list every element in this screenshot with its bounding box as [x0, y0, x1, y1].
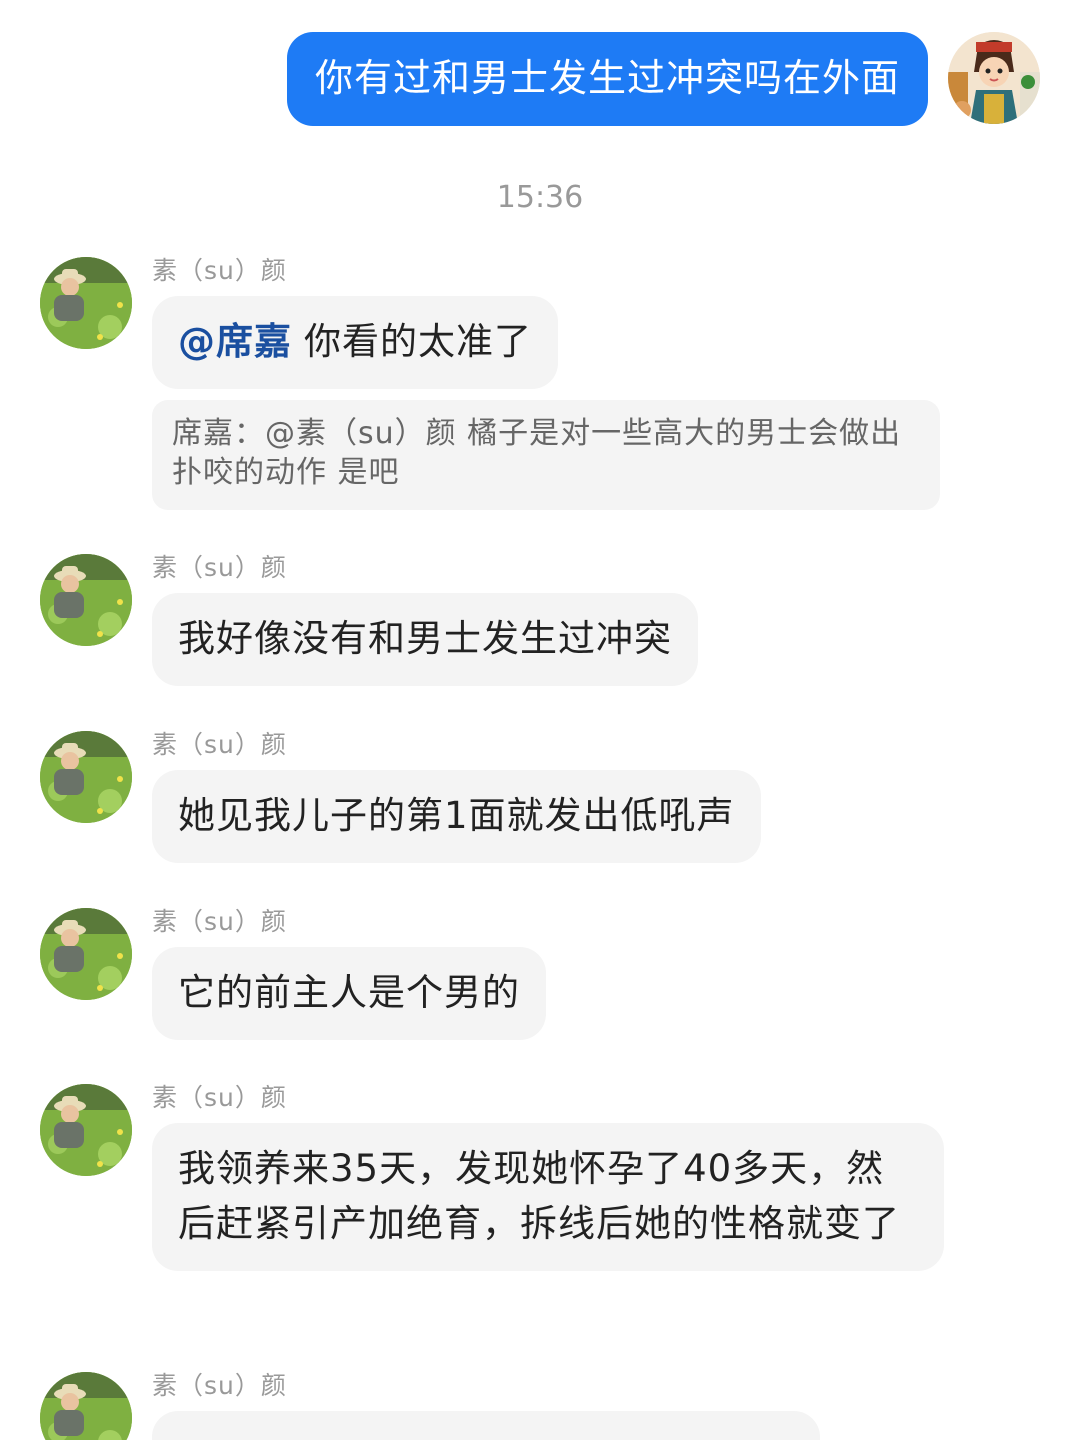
cartoon-girl-avatar-icon[interactable]: [948, 32, 1040, 124]
sender-name: 素（su）颜: [152, 907, 287, 936]
outgoing-message: 你有过和男士发生过冲突吗在外面: [286, 32, 1040, 126]
incoming-message: 素（su）颜 我好像没有和男士发生过冲突: [40, 553, 1050, 686]
sender-name: 素（su）颜: [152, 256, 287, 285]
sender-name: 素（su）颜: [152, 730, 287, 759]
user-avatar-icon[interactable]: [40, 1372, 132, 1440]
incoming-message: 素（su）颜 它的前主人是个男的: [40, 907, 1050, 1040]
user-avatar-icon[interactable]: [40, 554, 132, 646]
incoming-message: 素（su）颜 我领养来35天，发现她怀孕了40多天，然后赶紧引产加绝育，拆线后她…: [40, 1083, 1050, 1271]
outgoing-bubble[interactable]: 你有过和男士发生过冲突吗在外面: [286, 32, 928, 126]
user-avatar-icon[interactable]: [40, 1084, 132, 1176]
sender-name: 素（su）颜: [152, 1083, 287, 1112]
timestamp: 15:36: [496, 180, 584, 215]
sender-name: 素（su）颜: [152, 553, 287, 582]
quoted-message[interactable]: 席嘉：@素（su）颜 橘子是对一些高大的男士会做出扑咬的动作 是吧: [152, 400, 940, 510]
message-bubble[interactable]: 她见我儿子的第1面就发出低吼声: [152, 770, 761, 863]
incoming-message: 素（su）颜 她见我儿子的第1面就发出低吼声: [40, 730, 1050, 863]
incoming-message: 素（su）颜 @席嘉 你看的太准了 席嘉：@素（su）颜 橘子是对一些高大的男士会…: [40, 256, 1050, 510]
incoming-message: 素（su）颜: [40, 1371, 1050, 1440]
message-bubble[interactable]: 我好像没有和男士发生过冲突: [152, 593, 698, 686]
message-bubble[interactable]: @席嘉 你看的太准了: [152, 296, 558, 389]
user-avatar-icon[interactable]: [40, 731, 132, 823]
mention-link[interactable]: @席嘉: [178, 320, 292, 363]
sender-name: 素（su）颜: [152, 1371, 287, 1400]
message-text: 你看的太准了: [304, 320, 532, 363]
message-bubble[interactable]: [152, 1411, 820, 1440]
user-avatar-icon[interactable]: [40, 257, 132, 349]
message-bubble[interactable]: 我领养来35天，发现她怀孕了40多天，然后赶紧引产加绝育，拆线后她的性格就变了: [152, 1123, 944, 1271]
chat-view: 你有过和男士发生过冲突吗在外面 15:36 素（su）颜 @席嘉 你看的太准了 …: [0, 0, 1080, 1440]
user-avatar-icon[interactable]: [40, 908, 132, 1000]
message-bubble[interactable]: 它的前主人是个男的: [152, 947, 546, 1040]
